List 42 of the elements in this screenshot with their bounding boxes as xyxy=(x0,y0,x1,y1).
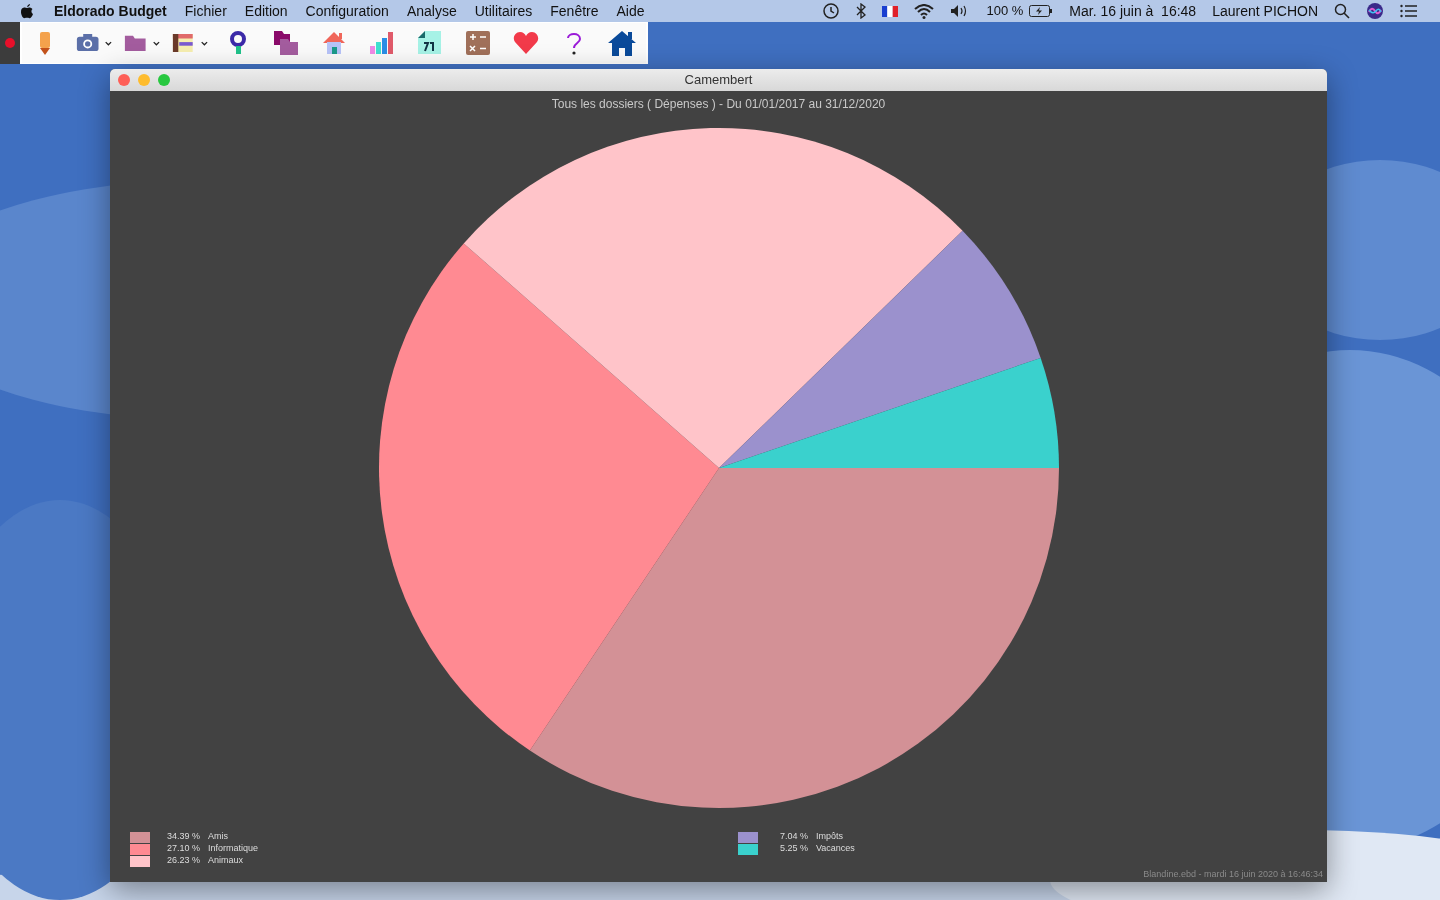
siri-icon[interactable] xyxy=(1366,2,1384,20)
heart-icon xyxy=(513,30,539,56)
legend-label: Impôts xyxy=(816,830,843,844)
bluetooth-icon[interactable] xyxy=(856,3,867,19)
record-icon xyxy=(5,38,15,48)
menu-item[interactable]: Aide xyxy=(616,0,645,22)
wifi-icon[interactable] xyxy=(914,3,935,19)
house-icon xyxy=(321,30,347,56)
menu-item[interactable]: Analyse xyxy=(406,0,457,22)
legend-label: Amis xyxy=(208,830,228,844)
bar-chart-icon xyxy=(369,30,395,56)
legend-percent: 34.39 % xyxy=(165,830,200,844)
legend-label: Informatique xyxy=(208,842,259,856)
menu-item[interactable]: Utilitaires xyxy=(474,0,533,22)
calendar-icon xyxy=(417,30,443,56)
home-button[interactable] xyxy=(598,23,646,63)
legend-percent: 26.23 % xyxy=(165,854,200,868)
legend-label: Vacances xyxy=(816,842,855,856)
folders-icon xyxy=(272,29,300,57)
footer-text: Blandine.ebd - mardi 16 juin 2020 à 16:46:34 xyxy=(1143,867,1323,881)
menu-item[interactable]: Fenêtre xyxy=(550,0,599,22)
app-menu[interactable]: Eldorado Budget xyxy=(54,0,167,22)
list-icon[interactable] xyxy=(1400,4,1418,18)
menu-item[interactable]: Edition xyxy=(244,0,288,22)
home-icon xyxy=(607,29,637,57)
apple-icon xyxy=(20,3,34,19)
legend-percent: 27.10 % xyxy=(165,842,200,856)
battery-icon[interactable] xyxy=(1029,5,1054,17)
battery-text: 100 % xyxy=(986,2,1024,21)
calculator-icon xyxy=(465,30,491,56)
legend-percent: 5.25 % xyxy=(778,842,808,856)
legend-label: Animaux xyxy=(208,854,243,868)
menu-item[interactable]: Fichier xyxy=(184,0,227,22)
user-name[interactable]: Laurent PICHON xyxy=(1212,0,1318,22)
legend-percent: 7.04 % xyxy=(778,830,808,844)
search-icon[interactable] xyxy=(1334,3,1350,19)
flag-icon[interactable] xyxy=(882,5,899,17)
clock-text[interactable]: Mar. 16 juin à 16:48 xyxy=(1069,0,1197,22)
chart-title: Tous les dossiers ( Dépenses ) - Du 01/01/2017 au 31/12/2020 xyxy=(551,97,886,111)
clock-icon[interactable] xyxy=(822,2,841,20)
window-title: Camembert xyxy=(684,71,753,90)
menu-item[interactable]: Configuration xyxy=(305,0,389,22)
